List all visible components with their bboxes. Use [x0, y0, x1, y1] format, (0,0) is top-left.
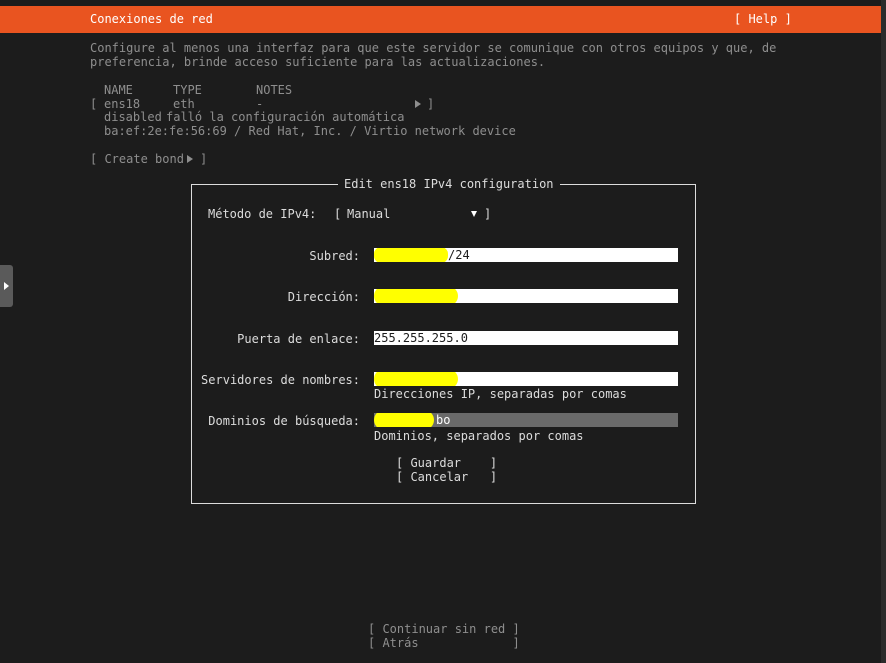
- back-button[interactable]: [ Atrás ]: [368, 636, 520, 650]
- row-arrow-icon: [415, 97, 421, 111]
- column-header-type: TYPE: [173, 83, 202, 97]
- gateway-value: 255.255.255.0: [374, 331, 468, 345]
- method-open-bracket: [: [334, 207, 342, 221]
- gateway-input[interactable]: 255.255.255.0: [374, 331, 678, 345]
- search-domains-suffix: bo: [436, 413, 451, 427]
- search-domains-input[interactable]: bo: [374, 413, 678, 427]
- interface-notes: -: [256, 97, 264, 111]
- search-domains-hint: Dominios, separados por comas: [374, 429, 584, 443]
- row-open-bracket: [: [90, 97, 98, 111]
- intro-line-1: Configure al menos una interfaz para que…: [90, 41, 777, 55]
- help-button[interactable]: [ Help ]: [734, 12, 792, 26]
- subnet-input[interactable]: /24: [374, 248, 678, 262]
- interface-name: ens18: [104, 97, 141, 111]
- redaction-mark: [374, 289, 458, 303]
- scrollbar[interactable]: [881, 0, 886, 663]
- save-button[interactable]: [ Guardar ]: [396, 456, 497, 470]
- create-bond-close-bracket: ]: [200, 152, 208, 166]
- redaction-mark: [374, 372, 458, 386]
- dropdown-arrow-icon: [471, 207, 477, 221]
- interface-status-text: falló la configuración automática: [166, 110, 405, 124]
- column-header-name: NAME: [104, 83, 133, 97]
- gateway-label: Puerta de enlace:: [237, 332, 360, 346]
- intro-line-2: preferencia, brinde acceso suficiente pa…: [90, 55, 546, 69]
- interface-type: eth: [173, 97, 195, 111]
- dialog-title: Edit ens18 IPv4 configuration: [338, 177, 560, 191]
- continue-without-network-button[interactable]: [ Continuar sin red ]: [368, 622, 520, 636]
- nameservers-label: Servidores de nombres:: [201, 373, 360, 387]
- interface-device-info: ba:ef:2e:fe:56:69 / Red Hat, Inc. / Virt…: [104, 124, 516, 138]
- row-close-bracket: ]: [427, 97, 435, 111]
- ipv4-config-dialog: Edit ens18 IPv4 configuration Método de …: [191, 177, 696, 504]
- method-close-bracket: ]: [484, 207, 492, 221]
- page-title: Conexiones de red: [90, 12, 213, 26]
- redaction-mark: [374, 248, 448, 262]
- column-header-notes: NOTES: [256, 83, 293, 97]
- chevron-right-icon: [4, 282, 9, 290]
- installer-screen: Conexiones de red [ Help ] Configure al …: [0, 0, 886, 663]
- create-bond-label: [ Create bond: [90, 152, 184, 166]
- create-bond-arrow-icon: [187, 152, 193, 166]
- address-input[interactable]: [374, 289, 678, 303]
- interface-status: disabled: [104, 110, 162, 124]
- nameservers-input[interactable]: [374, 372, 678, 386]
- header-bar: Conexiones de red [ Help ]: [0, 6, 886, 33]
- subnet-suffix: /24: [448, 248, 470, 262]
- address-label: Dirección:: [287, 290, 360, 304]
- subnet-label: Subred:: [309, 249, 360, 263]
- method-label: Método de IPv4:: [208, 207, 317, 221]
- cancel-button[interactable]: [ Cancelar ]: [396, 470, 497, 484]
- side-panel-toggle[interactable]: [0, 265, 13, 307]
- method-value: Manual: [347, 207, 391, 221]
- nameservers-hint: Direcciones IP, separadas por comas: [374, 387, 627, 401]
- search-domains-label: Dominios de búsqueda:: [208, 414, 360, 428]
- redaction-mark: [374, 413, 434, 427]
